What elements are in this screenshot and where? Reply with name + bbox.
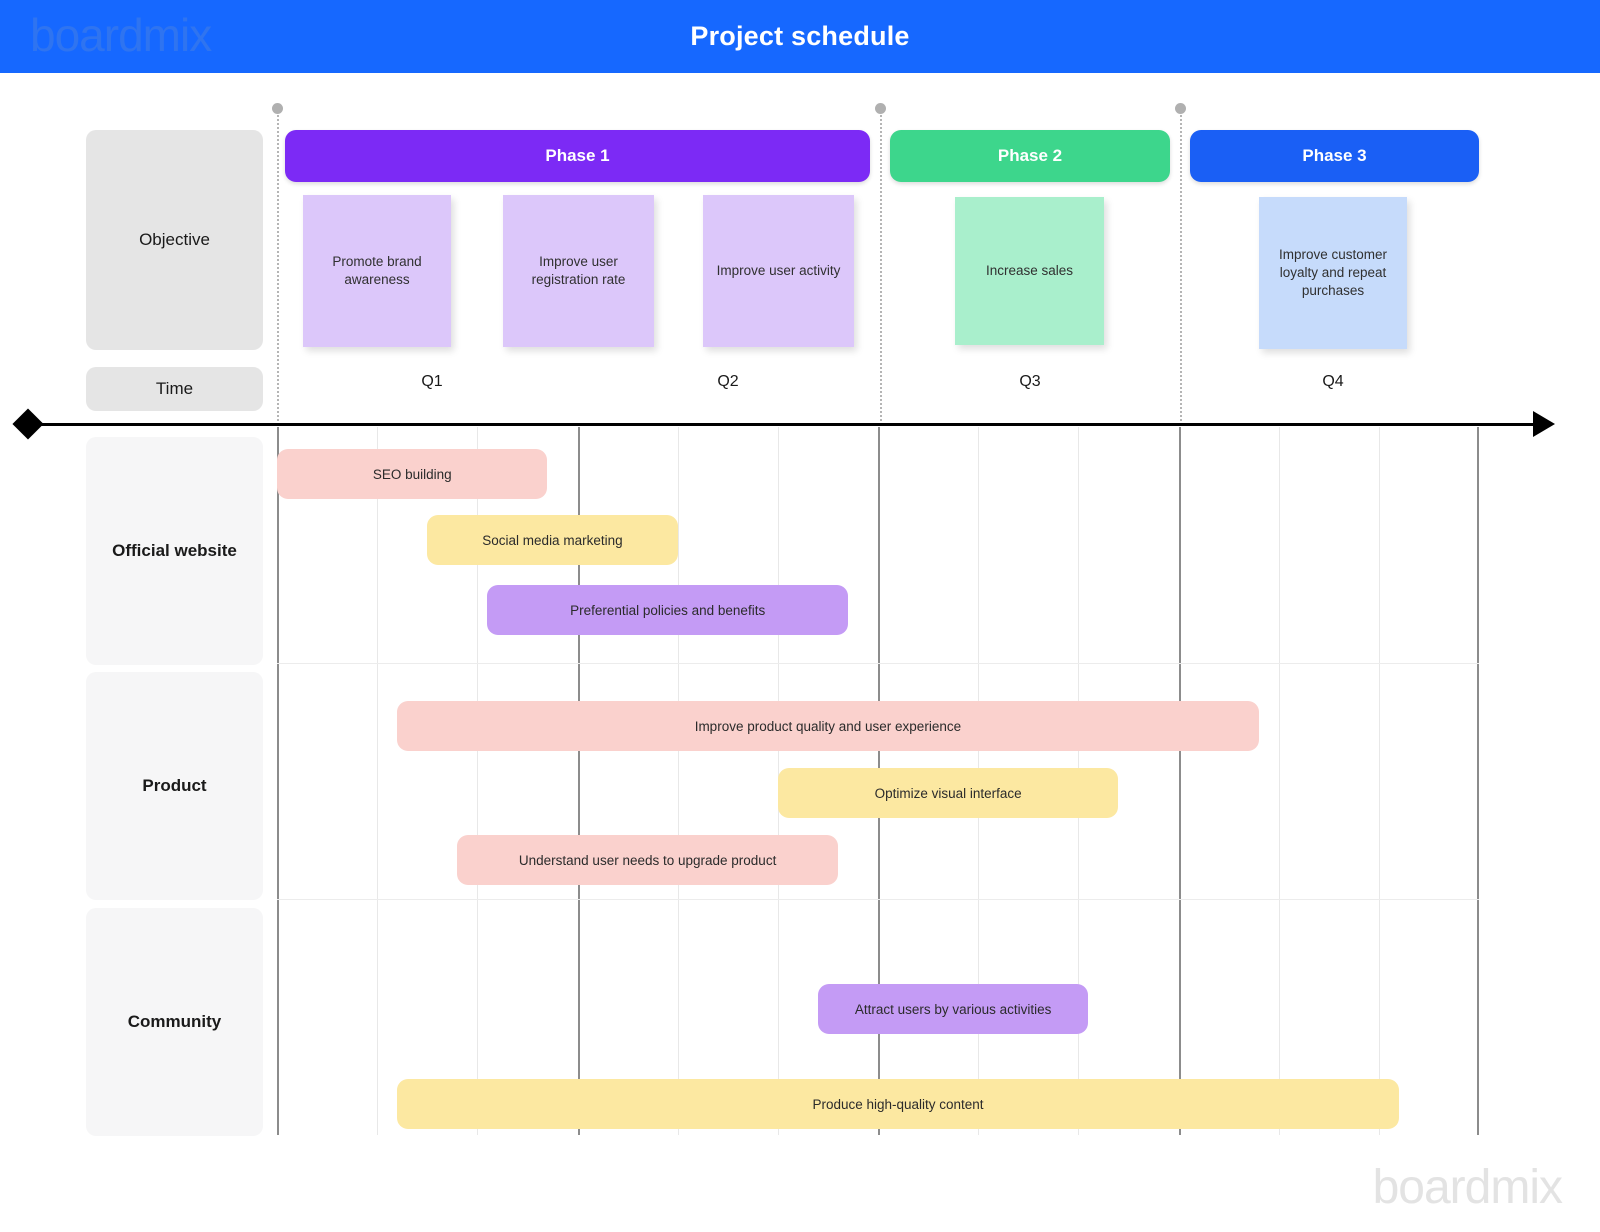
sidebar-item-label: Community	[127, 1012, 222, 1031]
month-gridline	[1379, 427, 1380, 1135]
sidebar-item-label: Product	[142, 776, 207, 795]
phase-guide-dot-1	[272, 103, 283, 114]
app-header: boardmix Project schedule	[0, 0, 1600, 73]
quarter-gridline	[1477, 427, 1479, 1135]
quarter-gridline	[277, 427, 279, 1135]
objective-note-label: Increase sales	[985, 263, 1074, 278]
phase-guide-3	[1180, 110, 1182, 425]
sidebar-item-product: Product	[86, 672, 263, 900]
gantt-task-bar[interactable]: Attract users by various activities	[817, 984, 1089, 1034]
phase-guide-2	[880, 110, 882, 425]
quarter-label-q3: Q3	[970, 371, 1090, 393]
sidebar-item-time: Time	[86, 367, 263, 411]
row-divider	[277, 663, 1479, 664]
phase-bar-1[interactable]: Phase 1	[285, 130, 870, 182]
gantt-task-bar[interactable]: SEO building	[277, 449, 548, 499]
timeline-axis	[27, 423, 1551, 426]
month-gridline	[678, 427, 679, 1135]
sidebar-item-community: Community	[86, 908, 263, 1136]
timeline-arrow-icon	[1533, 411, 1555, 437]
phase-bar-3[interactable]: Phase 3	[1190, 130, 1479, 182]
row-divider	[277, 899, 1479, 900]
boardmix-watermark: boardmix	[1372, 1161, 1563, 1214]
phase-bar-2[interactable]: Phase 2	[890, 130, 1170, 182]
sidebar-item-label: Objective	[139, 230, 210, 249]
gantt-task-bar[interactable]: Preferential policies and benefits	[487, 585, 848, 635]
phase-guide-dot-3	[1175, 103, 1186, 114]
objective-note-label: Improve customer loyalty and repeat purc…	[1278, 247, 1388, 298]
sidebar-item-official-website: Official website	[86, 437, 263, 665]
quarter-text: Q2	[717, 373, 739, 390]
phase-bar-label: Phase 1	[545, 146, 610, 165]
gantt-task-bar[interactable]: Produce high-quality content	[397, 1079, 1399, 1129]
gantt-task-bar[interactable]: Social media marketing	[427, 515, 678, 565]
objective-note-2[interactable]: Improve user registration rate	[503, 195, 654, 347]
objective-note-1[interactable]: Promote brand awareness	[303, 195, 451, 347]
month-gridline	[1279, 427, 1280, 1135]
quarter-label-q1: Q1	[372, 371, 492, 393]
objective-note-3[interactable]: Improve user activity	[703, 195, 854, 347]
quarter-label-q2: Q2	[668, 371, 788, 393]
objective-note-5[interactable]: Improve customer loyalty and repeat purc…	[1259, 197, 1407, 349]
gantt-grid: SEO building Social media marketing Prefer…	[277, 427, 1479, 1135]
gantt-task-bar[interactable]: Optimize visual interface	[777, 768, 1119, 818]
phase-bar-label: Phase 3	[1302, 146, 1367, 165]
objective-note-label: Improve user registration rate	[531, 254, 626, 287]
objective-note-4[interactable]: Increase sales	[955, 197, 1104, 345]
gantt-task-bar[interactable]: Understand user needs to upgrade product	[457, 835, 838, 885]
quarter-gridline	[1179, 427, 1181, 1135]
quarter-label-q4: Q4	[1273, 371, 1393, 393]
phase-guide-dot-2	[875, 103, 886, 114]
sidebar-item-objective: Objective	[86, 130, 263, 350]
quarter-text: Q3	[1019, 373, 1041, 390]
page-title: Project schedule	[690, 21, 910, 51]
sidebar-item-label: Time	[155, 379, 194, 398]
month-gridline	[377, 427, 378, 1135]
sidebar-item-label: Official website	[112, 541, 237, 560]
phase-guide-1	[277, 110, 279, 425]
phase-bar-label: Phase 2	[997, 146, 1063, 165]
gantt-task-bar[interactable]: Improve product quality and user experie…	[397, 701, 1259, 751]
quarter-text: Q1	[421, 373, 443, 390]
quarter-text: Q4	[1322, 373, 1344, 390]
objective-note-label: Promote brand awareness	[332, 254, 422, 287]
objective-note-label: Improve user activity	[716, 263, 841, 278]
